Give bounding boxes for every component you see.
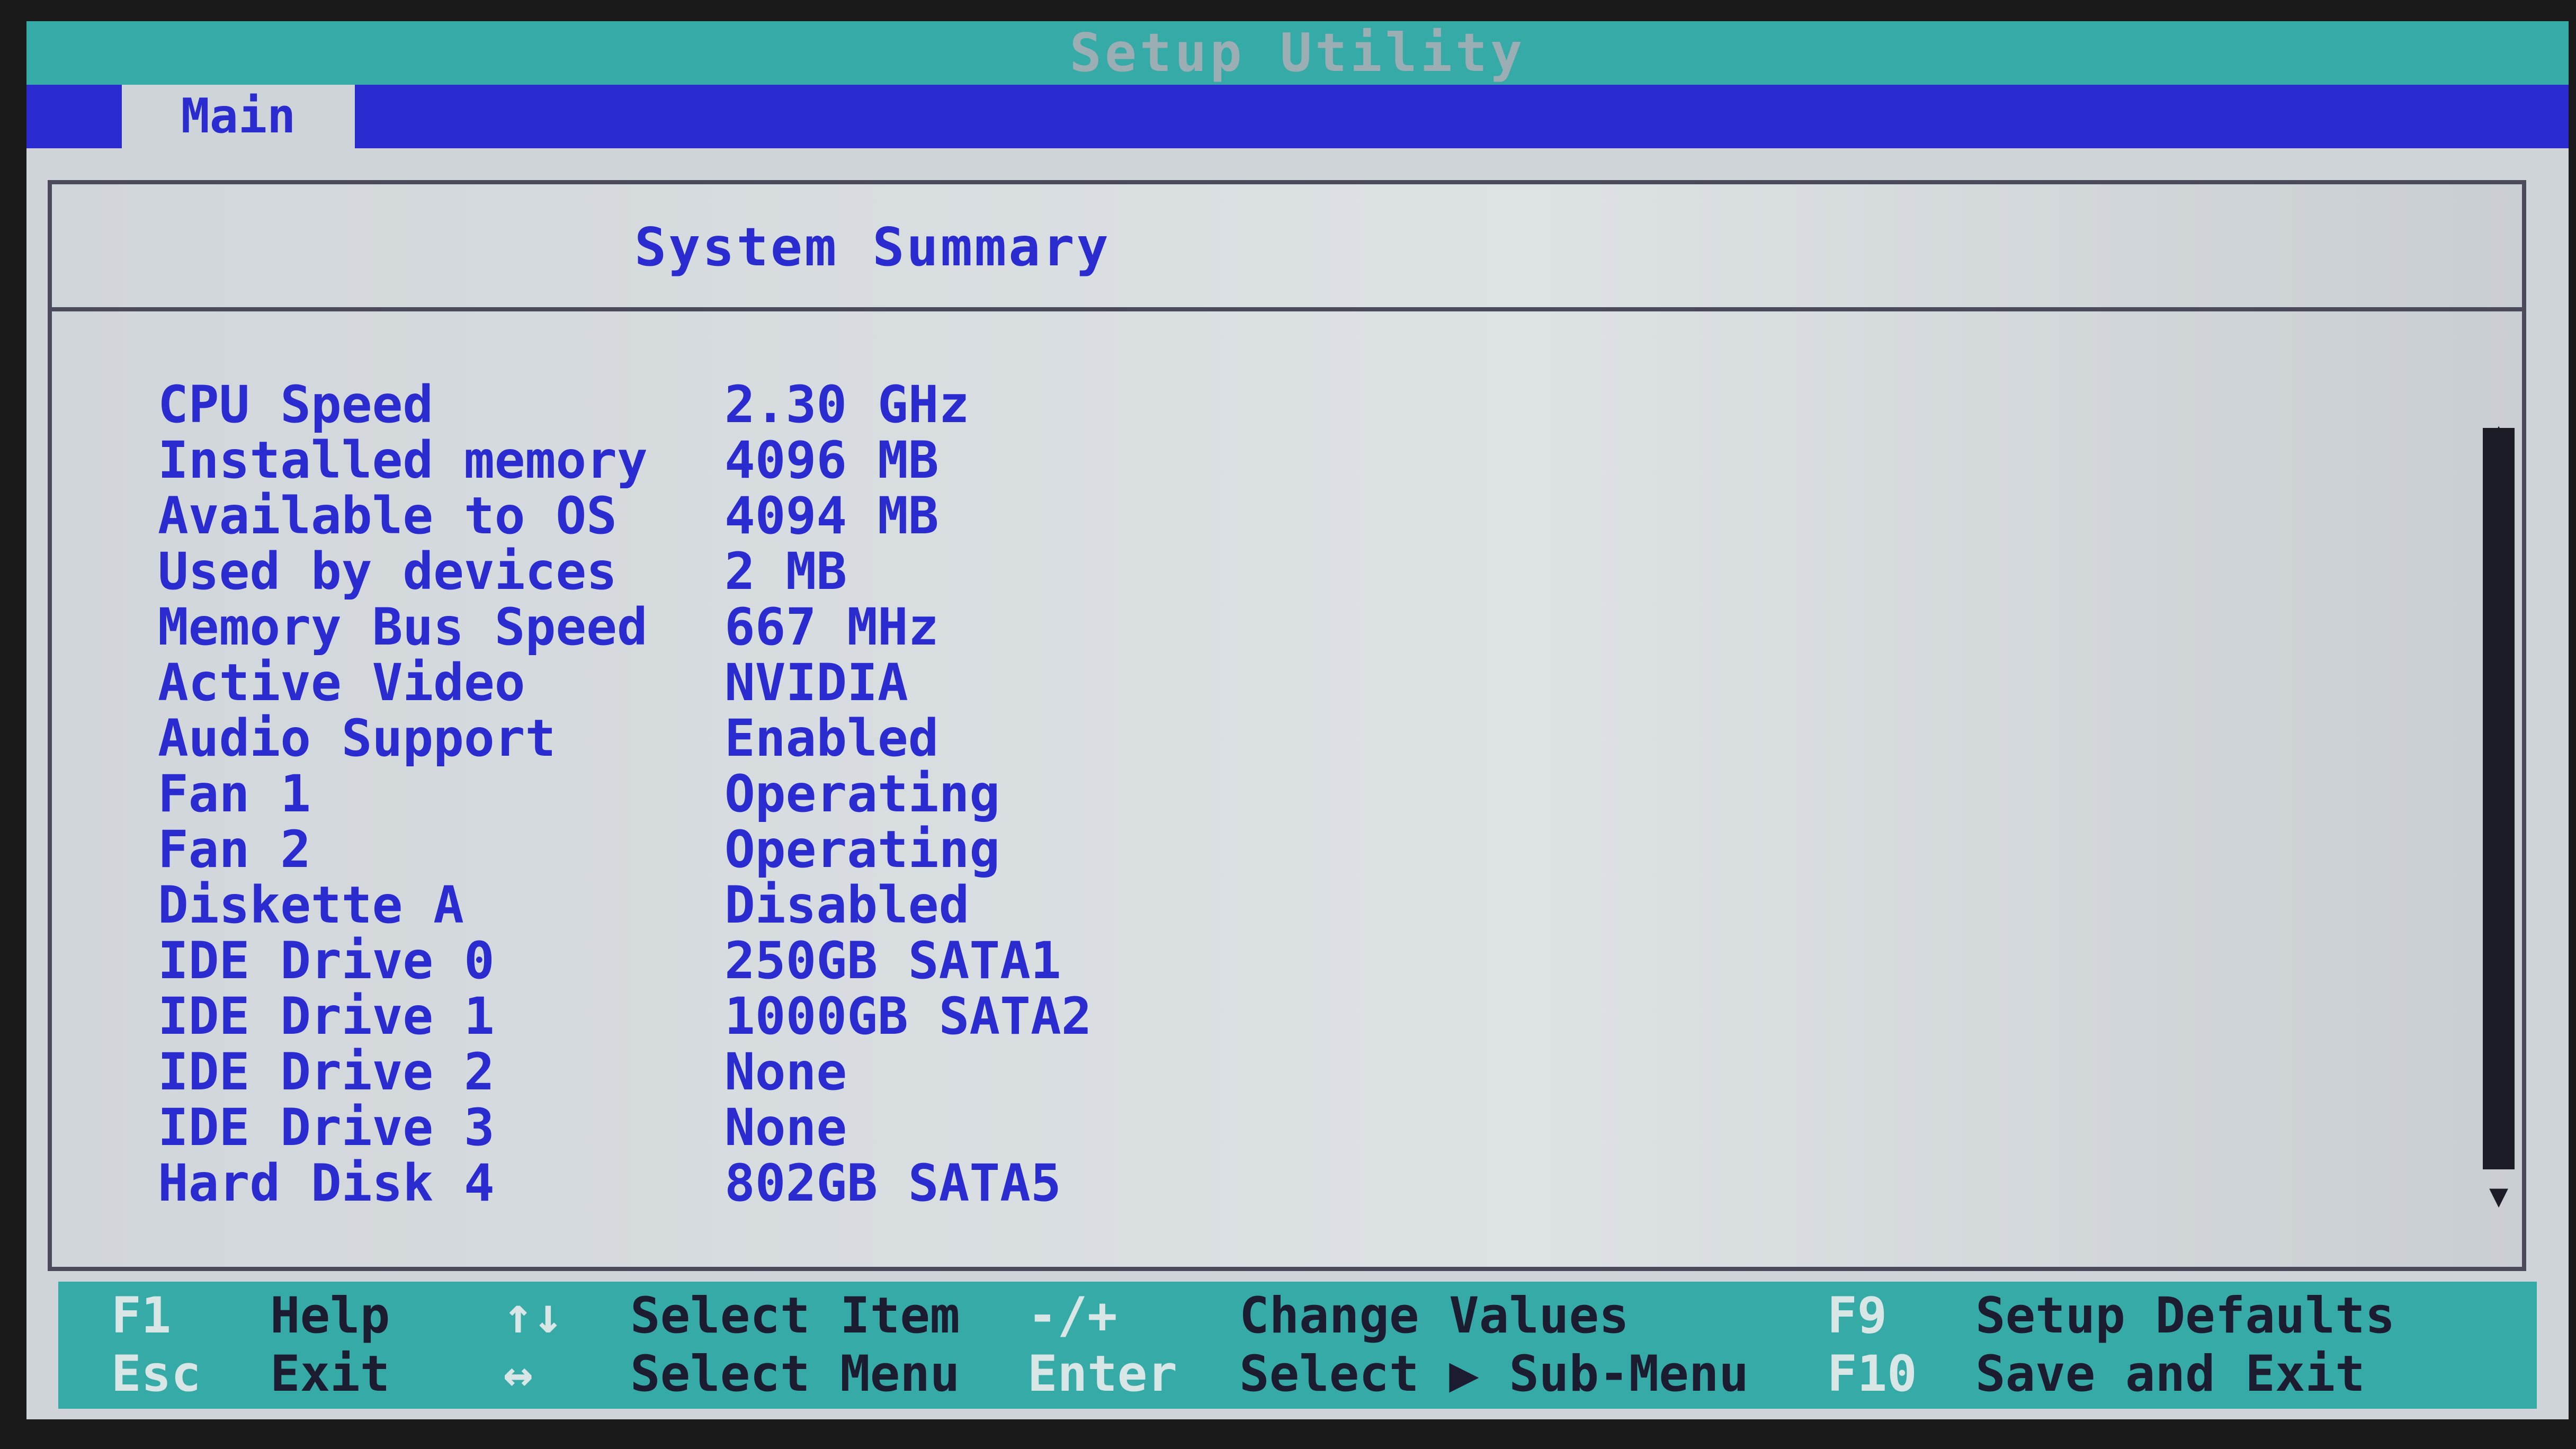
key-help-bar: F1 Help Esc Exit ↑↓ Select Item ↔ Select… [58,1282,2537,1409]
summary-row-cpu-speed: CPU Speed 2.30 GHz [158,375,1323,434]
summary-value: 250GB SATA1 [724,931,1061,990]
setup-defaults-desc: Setup Defaults [1975,1287,2395,1345]
summary-row-ide-drive-3: IDE Drive 3 None [158,1098,1323,1157]
panel-header: System Summary [52,184,2522,311]
up-down-arrows-icon: ↑↓ [503,1287,564,1345]
summary-label: Active Video [158,653,525,712]
summary-row-ide-drive-1: IDE Drive 1 1000GB SATA2 [158,987,1323,1046]
f10-key: F10 [1827,1345,1917,1403]
summary-label: Diskette A [158,875,464,935]
scroll-down-arrow-icon[interactable]: ▼ [2483,1180,2515,1212]
summary-label: Memory Bus Speed [158,597,648,657]
summary-value: 4096 MB [724,431,939,490]
summary-value: NVIDIA [724,653,908,712]
summary-value: 2 MB [724,542,847,601]
summary-value: 4094 MB [724,486,939,545]
tab-bar: Main [26,85,2569,148]
summary-label: Fan 1 [158,764,311,824]
summary-label: Used by devices [158,542,617,601]
window-title: Setup Utility [26,21,2569,85]
summary-value: Enabled [724,709,939,768]
system-summary-panel: System Summary CPU Speed 2.30 GHz Instal… [48,180,2526,1271]
summary-row-diskette-a: Diskette A Disabled [158,875,1323,935]
summary-row-fan-2: Fan 2 Operating [158,820,1323,879]
select-item-desc: Select Item [630,1287,960,1345]
summary-value: None [724,1042,847,1102]
summary-value: 667 MHz [724,597,939,657]
bios-screen: Setup Utility Main System Summary CPU Sp… [26,21,2569,1419]
summary-value: None [724,1098,847,1157]
panel-title: System Summary [634,216,1111,278]
summary-row-hard-disk-4: Hard Disk 4 802GB SATA5 [158,1153,1323,1213]
plus-minus-key: -/+ [1027,1287,1117,1345]
summary-row-active-video: Active Video NVIDIA [158,653,1323,712]
tab-main[interactable]: Main [122,85,355,148]
enter-key: Enter [1027,1345,1177,1403]
save-and-exit-desc: Save and Exit [1975,1345,2365,1403]
f9-key: F9 [1827,1287,1888,1345]
esc-desc: Exit [270,1345,390,1403]
summary-value: Operating [724,820,1000,879]
summary-row-ide-drive-2: IDE Drive 2 None [158,1042,1323,1102]
left-right-arrows-icon: ↔ [503,1345,533,1403]
summary-row-installed-memory: Installed memory 4096 MB [158,431,1323,490]
scrollbar[interactable] [2483,428,2515,1169]
esc-key: Esc [111,1345,201,1403]
summary-value: 1000GB SATA2 [724,987,1092,1046]
summary-label: Installed memory [158,431,648,490]
summary-row-audio-support: Audio Support Enabled [158,709,1323,768]
f1-desc: Help [270,1287,390,1345]
f1-key: F1 [111,1287,172,1345]
summary-row-available-to-os: Available to OS 4094 MB [158,486,1323,545]
summary-label: Fan 2 [158,820,311,879]
summary-label: CPU Speed [158,375,434,434]
sub-menu-desc: Select ▶ Sub-Menu [1239,1345,1749,1403]
summary-value: 2.30 GHz [724,375,970,434]
summary-label: Audio Support [158,709,556,768]
summary-label: IDE Drive 1 [158,987,495,1046]
summary-label: Available to OS [158,486,617,545]
summary-label: Hard Disk 4 [158,1153,495,1213]
summary-label: IDE Drive 0 [158,931,495,990]
summary-value: 802GB SATA5 [724,1153,1061,1213]
summary-value: Disabled [724,875,970,935]
summary-label: IDE Drive 3 [158,1098,495,1157]
summary-row-ide-drive-0: IDE Drive 0 250GB SATA1 [158,931,1323,990]
summary-row-memory-bus-speed: Memory Bus Speed 667 MHz [158,597,1323,657]
summary-row-used-by-devices: Used by devices 2 MB [158,542,1323,601]
select-menu-desc: Select Menu [630,1345,960,1403]
summary-value: Operating [724,764,1000,824]
summary-row-fan-1: Fan 1 Operating [158,764,1323,824]
summary-label: IDE Drive 2 [158,1042,495,1102]
change-values-desc: Change Values [1239,1287,1629,1345]
